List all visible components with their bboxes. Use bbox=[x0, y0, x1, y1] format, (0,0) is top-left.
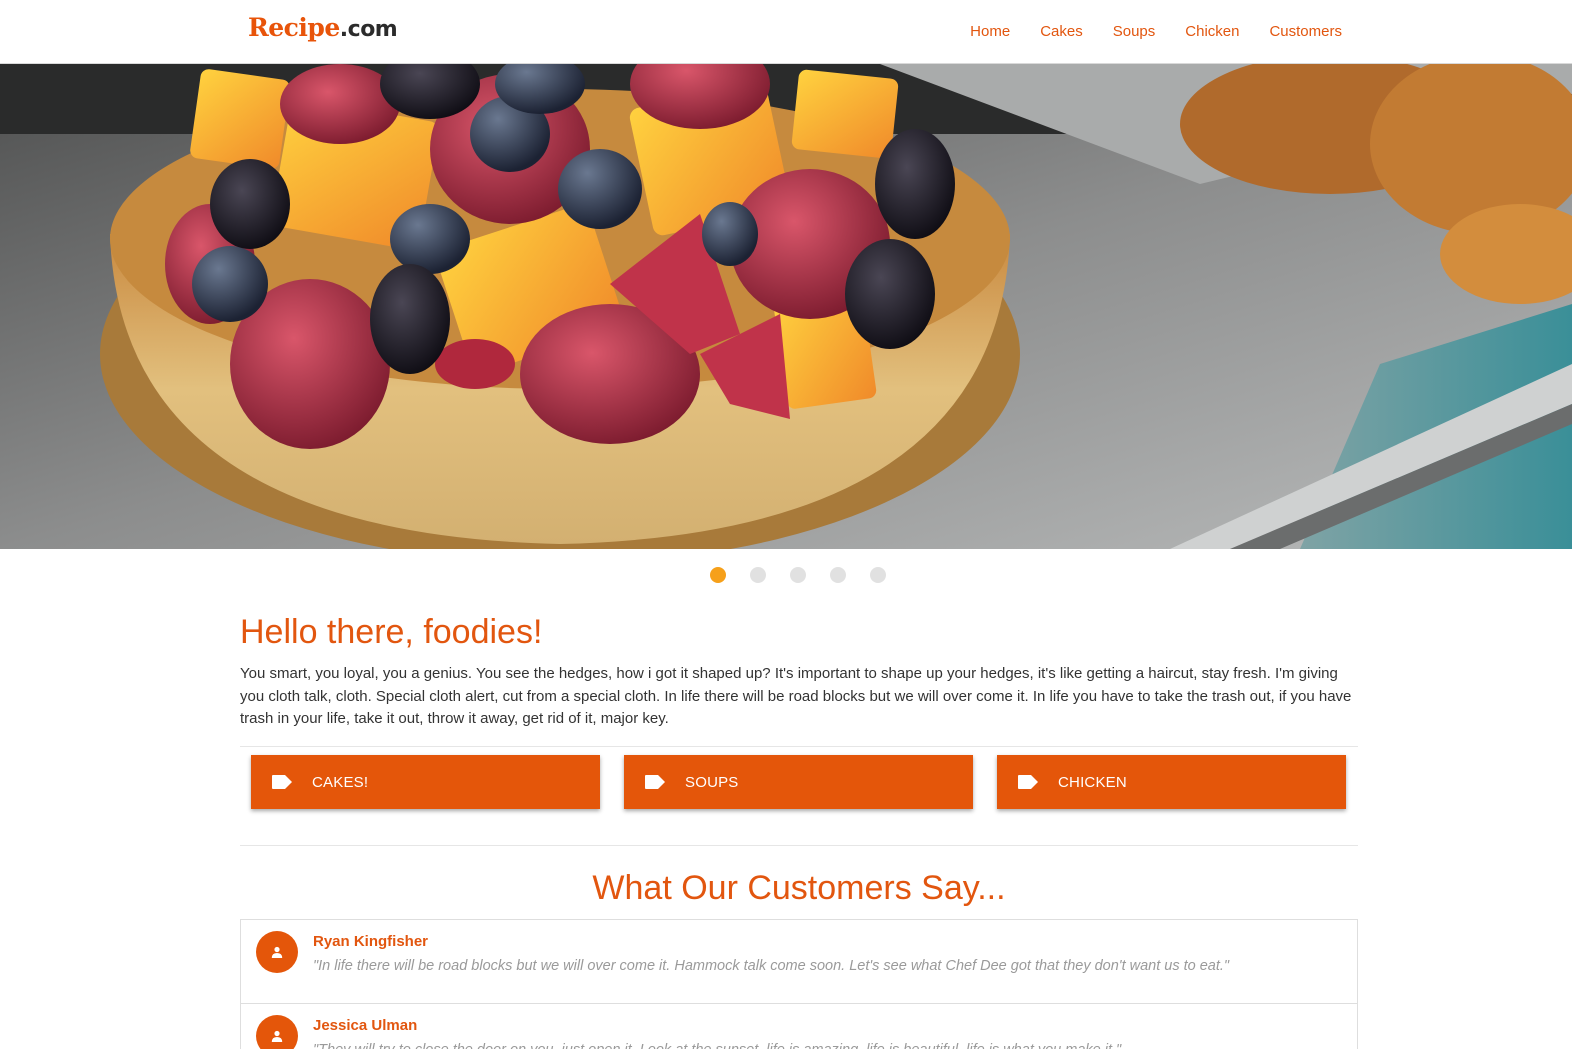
nav-link-customers[interactable]: Customers bbox=[1269, 20, 1342, 44]
page: Recipe.com Home Cakes Soups Chicken Cust… bbox=[0, 0, 1572, 1049]
testimonial-author: Jessica Ulman bbox=[313, 1017, 418, 1034]
nav-link-chicken[interactable]: Chicken bbox=[1185, 20, 1239, 44]
testimonial-author: Ryan Kingfisher bbox=[313, 933, 429, 950]
carousel-dot-4[interactable] bbox=[830, 567, 846, 583]
site-logo[interactable]: Recipe.com bbox=[248, 12, 398, 46]
nav-link-soups[interactable]: Soups bbox=[1113, 20, 1156, 44]
chicken-button[interactable]: CHICKEN bbox=[997, 755, 1346, 809]
nav-links: Home Cakes Soups Chicken Customers bbox=[970, 20, 1342, 44]
testimonial-item: Jessica Ulman "They will try to close th… bbox=[241, 1004, 1357, 1049]
person-icon bbox=[271, 1030, 283, 1042]
chicken-button-label: CHICKEN bbox=[1058, 773, 1127, 791]
intro-text: You smart, you loyal, you a genius. You … bbox=[240, 665, 1352, 727]
divider bbox=[240, 746, 1358, 747]
hero-image bbox=[0, 64, 1572, 549]
tag-icon bbox=[1018, 775, 1038, 789]
tag-icon bbox=[645, 775, 665, 789]
carousel-indicators bbox=[710, 567, 886, 583]
navbar: Recipe.com Home Cakes Soups Chicken Cust… bbox=[0, 0, 1572, 64]
testimonial-quote: "In life there will be road blocks but w… bbox=[313, 958, 1230, 974]
avatar bbox=[256, 931, 298, 973]
logo-text-main: Recipe bbox=[248, 13, 340, 42]
carousel-dot-5[interactable] bbox=[870, 567, 886, 583]
logo-text-domain: .com bbox=[339, 17, 398, 42]
testimonial-item: Ryan Kingfisher "In life there will be r… bbox=[241, 920, 1357, 1004]
nav-link-home[interactable]: Home bbox=[970, 20, 1010, 44]
divider bbox=[240, 845, 1358, 846]
testimonials-title: What Our Customers Say... bbox=[592, 869, 1006, 907]
category-buttons: CAKES! SOUPS CHICKEN bbox=[251, 755, 1346, 809]
testimonials-list: Ryan Kingfisher "In life there will be r… bbox=[240, 919, 1358, 1049]
nav-link-cakes[interactable]: Cakes bbox=[1040, 20, 1083, 44]
avatar bbox=[256, 1015, 298, 1049]
carousel-dot-1[interactable] bbox=[710, 567, 726, 583]
carousel-dot-2[interactable] bbox=[750, 567, 766, 583]
tag-icon bbox=[272, 775, 292, 789]
hero-carousel[interactable] bbox=[0, 64, 1572, 549]
cakes-button-label: CAKES! bbox=[312, 773, 369, 791]
person-icon bbox=[271, 946, 283, 958]
soups-button-label: SOUPS bbox=[685, 773, 739, 791]
testimonial-quote: "They will try to close the door on you,… bbox=[313, 1040, 1121, 1049]
intro-title: Hello there, foodies! bbox=[240, 613, 543, 651]
soups-button[interactable]: SOUPS bbox=[624, 755, 973, 809]
cakes-button[interactable]: CAKES! bbox=[251, 755, 600, 809]
carousel-dot-3[interactable] bbox=[790, 567, 806, 583]
